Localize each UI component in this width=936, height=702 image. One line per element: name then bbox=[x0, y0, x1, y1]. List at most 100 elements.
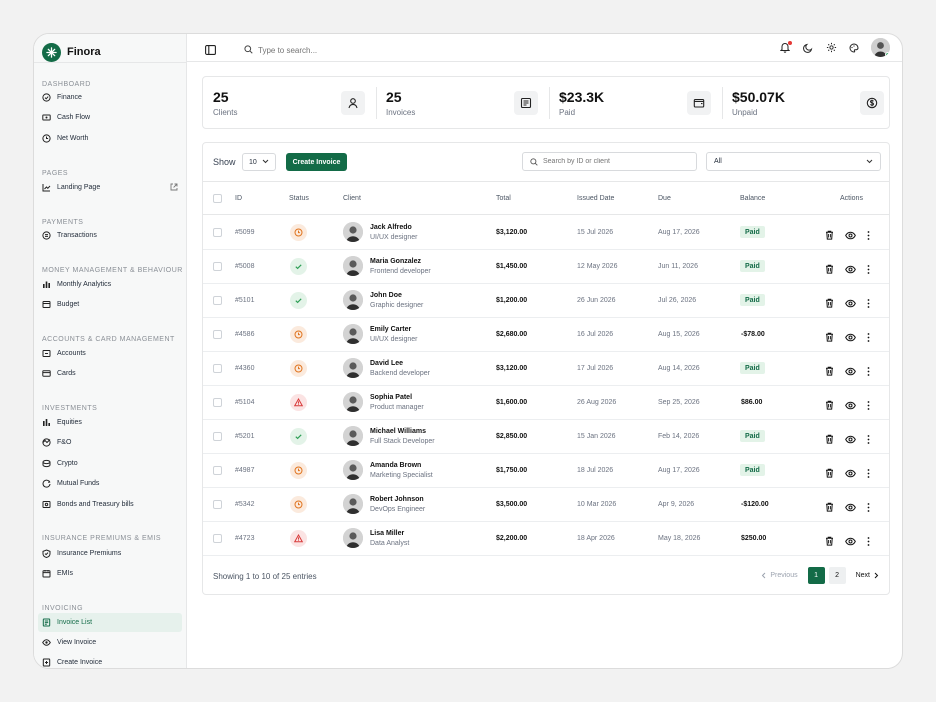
external-link-icon[interactable] bbox=[170, 183, 178, 193]
row-checkbox[interactable] bbox=[213, 534, 222, 543]
sidebar-item-view-invoice[interactable]: View Invoice bbox=[38, 633, 182, 652]
next-page-button[interactable]: Next bbox=[856, 572, 879, 579]
invoice-id[interactable]: #5101 bbox=[235, 297, 254, 304]
table-row[interactable]: #4987 Amanda Brown Marketing Specialist $1,… bbox=[203, 454, 889, 488]
row-checkbox[interactable] bbox=[213, 398, 222, 407]
sidebar-item-landing-page[interactable]: Landing Page bbox=[38, 178, 182, 197]
sidebar-item-crypto[interactable]: Crypto bbox=[38, 454, 182, 473]
more-options-icon[interactable] bbox=[867, 533, 870, 551]
row-checkbox[interactable] bbox=[213, 500, 222, 509]
row-checkbox[interactable] bbox=[213, 330, 222, 339]
eye-icon[interactable] bbox=[845, 227, 856, 245]
more-options-icon[interactable] bbox=[867, 363, 870, 381]
eye-icon[interactable] bbox=[845, 465, 856, 483]
table-row[interactable]: #5104 Sophia Patel Product manager $1,600.0… bbox=[203, 386, 889, 420]
table-row[interactable]: #4586 Emily Carter UI/UX designer $2,680.00… bbox=[203, 318, 889, 352]
sidebar-item-monthly-analytics[interactable]: Monthly Analytics bbox=[38, 275, 182, 294]
invoice-id[interactable]: #5099 bbox=[235, 229, 254, 236]
eye-icon[interactable] bbox=[845, 499, 856, 517]
row-checkbox[interactable] bbox=[213, 228, 222, 237]
column-header-status[interactable]: Status bbox=[289, 195, 309, 202]
invoice-id[interactable]: #5342 bbox=[235, 501, 254, 508]
more-options-icon[interactable] bbox=[867, 397, 870, 415]
sidebar-item-mutual-funds[interactable]: Mutual Funds bbox=[38, 474, 182, 493]
column-header-id[interactable]: ID bbox=[235, 195, 242, 202]
sidebar-toggle-icon[interactable] bbox=[205, 42, 216, 60]
row-checkbox[interactable] bbox=[213, 364, 222, 373]
sidebar-item-transactions[interactable]: Transactions bbox=[38, 226, 182, 245]
column-header-issued-date[interactable]: Issued Date bbox=[577, 195, 614, 202]
eye-icon[interactable] bbox=[845, 431, 856, 449]
gear-icon[interactable] bbox=[825, 42, 837, 54]
table-row[interactable]: #4360 David Lee Backend developer $3,120.00… bbox=[203, 352, 889, 386]
trash-icon[interactable] bbox=[825, 397, 834, 415]
column-header-client[interactable]: Client bbox=[343, 195, 361, 202]
sidebar-item-equities[interactable]: Equities bbox=[38, 413, 182, 432]
status-filter-select[interactable]: All bbox=[706, 152, 881, 171]
search-input[interactable] bbox=[258, 45, 408, 55]
table-row[interactable]: #5101 John Doe Graphic designer $1,200.00 26… bbox=[203, 284, 889, 318]
column-header-due[interactable]: Due bbox=[658, 195, 671, 202]
invoice-id[interactable]: #5104 bbox=[235, 399, 254, 406]
sidebar-item-budget[interactable]: Budget bbox=[38, 295, 182, 314]
table-row[interactable]: #5201 Michael Williams Full Stack Develope… bbox=[203, 420, 889, 454]
invoice-search-input[interactable] bbox=[543, 158, 683, 165]
column-header-balance[interactable]: Balance bbox=[740, 195, 765, 202]
invoice-search[interactable] bbox=[522, 152, 697, 171]
global-search[interactable] bbox=[244, 41, 408, 59]
trash-icon[interactable] bbox=[825, 227, 834, 245]
eye-icon[interactable] bbox=[845, 397, 856, 415]
page-size-select[interactable]: 10 bbox=[242, 153, 276, 171]
user-avatar[interactable] bbox=[871, 38, 890, 57]
sidebar-item-accounts[interactable]: Accounts bbox=[38, 344, 182, 363]
table-row[interactable]: #5099 Jack Alfredo UI/UX designer $3,120.00… bbox=[203, 216, 889, 250]
sidebar-item-cash-flow[interactable]: Cash Flow bbox=[38, 108, 182, 127]
more-options-icon[interactable] bbox=[867, 465, 870, 483]
eye-icon[interactable] bbox=[845, 363, 856, 381]
table-row[interactable]: #5008 Maria Gonzalez Frontend developer $1,… bbox=[203, 250, 889, 284]
trash-icon[interactable] bbox=[825, 261, 834, 279]
more-options-icon[interactable] bbox=[867, 499, 870, 517]
trash-icon[interactable] bbox=[825, 499, 834, 517]
invoice-id[interactable]: #5201 bbox=[235, 433, 254, 440]
invoice-id[interactable]: #4723 bbox=[235, 535, 254, 542]
moon-icon[interactable] bbox=[802, 42, 814, 54]
row-checkbox[interactable] bbox=[213, 432, 222, 441]
sidebar-item-create-invoice[interactable]: Create Invoice bbox=[38, 653, 182, 668]
eye-icon[interactable] bbox=[845, 533, 856, 551]
palette-icon[interactable] bbox=[848, 42, 860, 54]
trash-icon[interactable] bbox=[825, 533, 834, 551]
invoice-id[interactable]: #5008 bbox=[235, 263, 254, 270]
column-header-total[interactable]: Total bbox=[496, 195, 511, 202]
row-checkbox[interactable] bbox=[213, 262, 222, 271]
more-options-icon[interactable] bbox=[867, 329, 870, 347]
sidebar-item-finance[interactable]: Finance bbox=[38, 88, 182, 107]
page-1-button[interactable]: 1 bbox=[807, 567, 825, 584]
eye-icon[interactable] bbox=[845, 295, 856, 313]
select-all-checkbox[interactable] bbox=[213, 194, 222, 203]
invoice-id[interactable]: #4360 bbox=[235, 365, 254, 372]
bell-icon[interactable] bbox=[779, 40, 792, 54]
table-row[interactable]: #5342 Robert Johnson DevOps Engineer $3,500… bbox=[203, 488, 889, 522]
trash-icon[interactable] bbox=[825, 431, 834, 449]
sidebar-item-net-worth[interactable]: Net Worth bbox=[38, 129, 182, 148]
eye-icon[interactable] bbox=[845, 329, 856, 347]
trash-icon[interactable] bbox=[825, 465, 834, 483]
trash-icon[interactable] bbox=[825, 363, 834, 381]
more-options-icon[interactable] bbox=[867, 261, 870, 279]
previous-page-button[interactable]: Previous bbox=[761, 572, 798, 579]
sidebar-item-emis[interactable]: EMIs bbox=[38, 564, 182, 583]
row-checkbox[interactable] bbox=[213, 296, 222, 305]
trash-icon[interactable] bbox=[825, 329, 834, 347]
table-row[interactable]: #4723 Lisa Miller Data Analyst $2,200.00 18 … bbox=[203, 522, 889, 556]
eye-icon[interactable] bbox=[845, 261, 856, 279]
more-options-icon[interactable] bbox=[867, 227, 870, 245]
page-2-button[interactable]: 2 bbox=[828, 567, 846, 584]
sidebar-item-cards[interactable]: Cards bbox=[38, 364, 182, 383]
sidebar-item-bonds-and-treasury-bills[interactable]: Bonds and Treasury bills bbox=[38, 495, 182, 514]
create-invoice-button[interactable]: Create Invoice bbox=[286, 153, 347, 171]
sidebar-item-insurance-premiums[interactable]: Insurance Premiums bbox=[38, 544, 182, 563]
trash-icon[interactable] bbox=[825, 295, 834, 313]
sidebar-item-fando[interactable]: F&O bbox=[38, 433, 182, 452]
brand[interactable]: Finora bbox=[42, 42, 101, 62]
